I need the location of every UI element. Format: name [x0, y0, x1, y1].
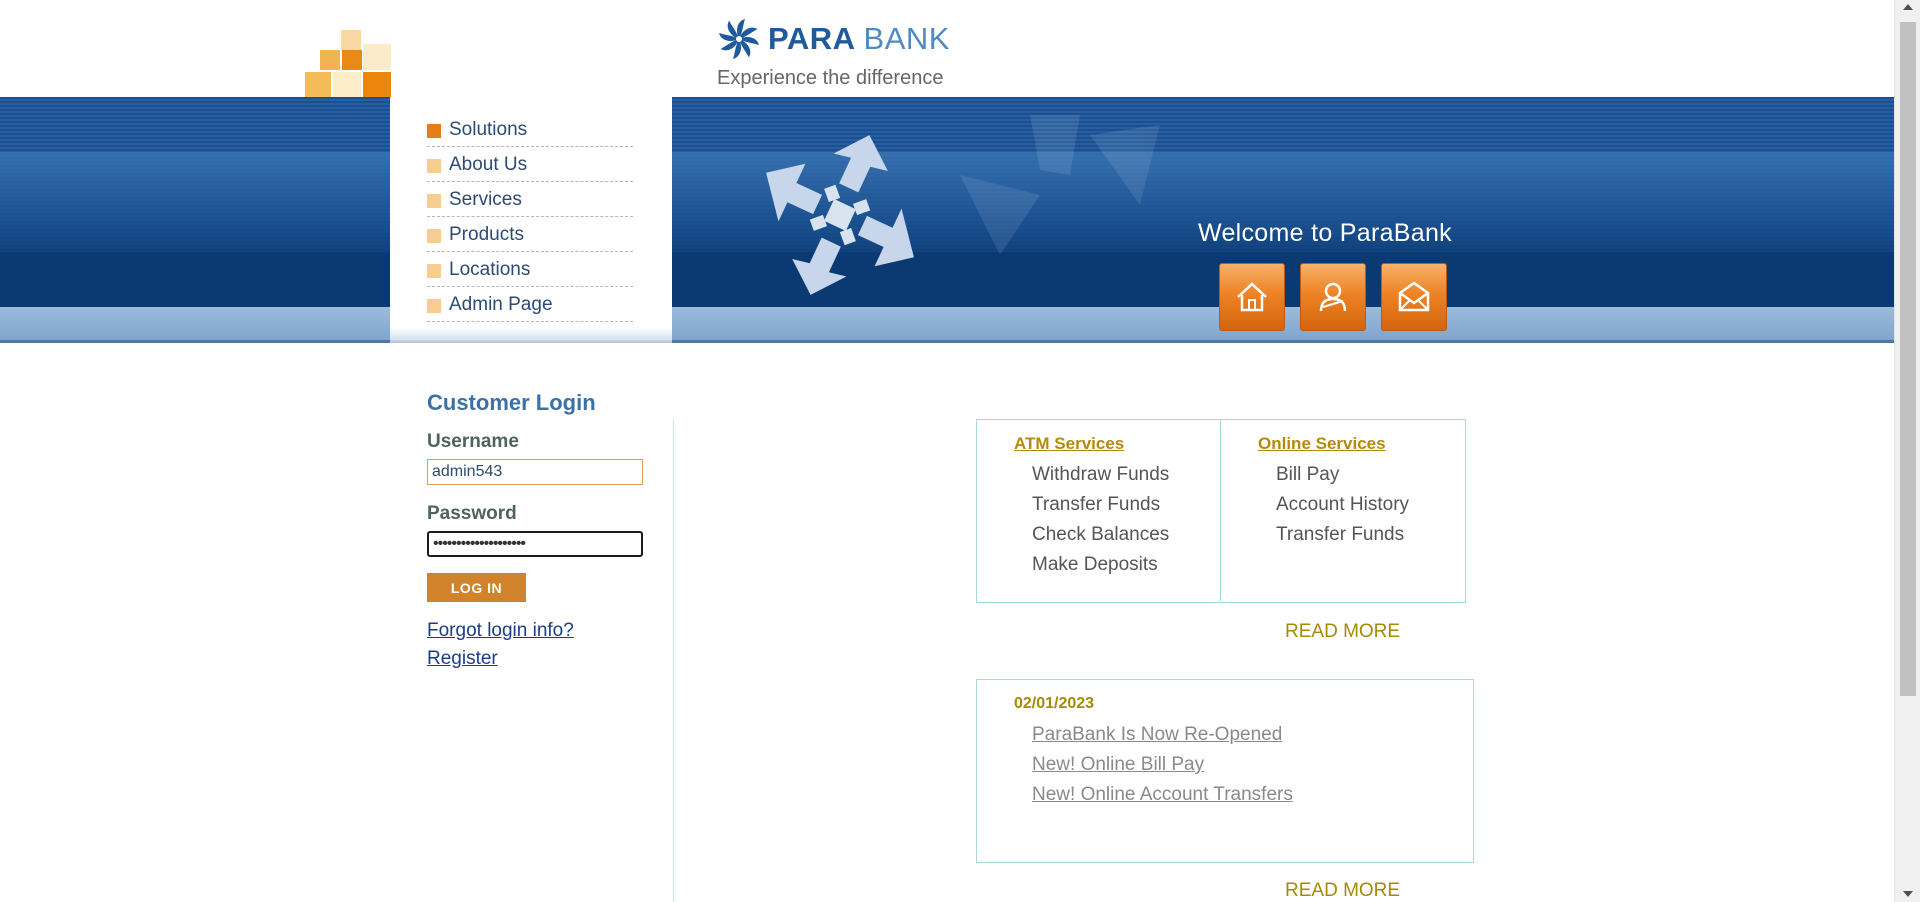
contact-icon: [1398, 281, 1430, 312]
brand-bold: PARA: [768, 21, 855, 56]
menu-item-solutions[interactable]: Solutions: [427, 113, 633, 147]
news-item-link[interactable]: New! Online Bill Pay: [1032, 754, 1204, 776]
contact-button[interactable]: [1381, 263, 1447, 331]
menu-item-admin-page[interactable]: Admin Page: [427, 288, 633, 322]
menu-item-label: Services: [449, 188, 522, 210]
pinwheel-logo-icon: [719, 19, 759, 59]
scroll-up-arrow-icon[interactable]: [1903, 4, 1913, 10]
online-services-link[interactable]: Online Services: [1258, 434, 1386, 454]
scroll-thumb[interactable]: [1900, 22, 1916, 696]
menu-bullet-icon: [427, 193, 441, 208]
menu-item-label: Admin Page: [449, 293, 553, 315]
menu-bullet-icon: [427, 298, 441, 313]
brand-name: PARA BANK: [768, 21, 950, 57]
menu-item-locations[interactable]: Locations: [427, 253, 633, 287]
atm-item: Make Deposits: [1032, 554, 1158, 575]
atm-item: Transfer Funds: [1032, 494, 1161, 515]
welcome-heading: Welcome to ParaBank: [1198, 219, 1452, 247]
register-link[interactable]: Register: [427, 648, 498, 670]
news-date: 02/01/2023: [1014, 695, 1095, 712]
menu-item-label: Products: [449, 223, 524, 245]
menu-bullet-icon: [427, 123, 441, 138]
atm-services-link[interactable]: ATM Services: [1014, 434, 1124, 454]
news-item-link[interactable]: New! Online Account Transfers: [1032, 784, 1293, 806]
home-icon: [1237, 282, 1267, 312]
forgot-login-link[interactable]: Forgot login info?: [427, 620, 574, 642]
header-band-bottom-line: [0, 340, 1894, 343]
online-item: Transfer Funds: [1276, 524, 1405, 545]
parabank-logo[interactable]: PARA BANK: [716, 16, 950, 62]
menu-item-products[interactable]: Products: [427, 218, 633, 252]
menu-item-label: Locations: [449, 258, 531, 280]
password-label: Password: [427, 503, 517, 524]
menu-item-label: About Us: [449, 153, 528, 175]
news-item-link[interactable]: ParaBank Is Now Re-Opened: [1032, 724, 1282, 746]
left-panel-divider: [673, 418, 674, 902]
login-button[interactable]: LOG IN: [427, 573, 526, 602]
page: PARA BANK Experience the difference Welc…: [0, 0, 1894, 902]
menu-item-about-us[interactable]: About Us: [427, 148, 633, 182]
services-read-more-link[interactable]: READ MORE: [1285, 621, 1400, 643]
about-icon: [1319, 282, 1347, 312]
customer-login-title: Customer Login: [427, 390, 596, 415]
online-item: Account History: [1276, 494, 1410, 515]
scroll-down-arrow-icon[interactable]: [1903, 891, 1913, 897]
menu-item-label: Solutions: [449, 118, 528, 140]
menu-bullet-icon: [427, 158, 441, 173]
news-read-more-link[interactable]: READ MORE: [1285, 880, 1400, 902]
atm-item: Check Balances: [1032, 524, 1170, 545]
brand-light: BANK: [863, 21, 950, 56]
menu-bullet-icon: [427, 228, 441, 243]
vertical-scrollbar[interactable]: [1894, 0, 1920, 902]
atm-item: Withdraw Funds: [1032, 464, 1170, 485]
banner-graphic: [766, 115, 1160, 295]
tagline: Experience the difference: [717, 67, 944, 89]
username-label: Username: [427, 431, 519, 452]
online-item: Bill Pay: [1276, 464, 1340, 485]
home-button[interactable]: [1219, 263, 1285, 331]
username-input[interactable]: [427, 459, 643, 485]
menu-bullet-icon: [427, 263, 441, 278]
main-menu: Solutions About Us Services Products Loc…: [427, 113, 633, 323]
menu-item-services[interactable]: Services: [427, 183, 633, 217]
password-input[interactable]: [427, 531, 643, 557]
about-button[interactable]: [1300, 263, 1366, 331]
services-divider: [1220, 419, 1221, 601]
